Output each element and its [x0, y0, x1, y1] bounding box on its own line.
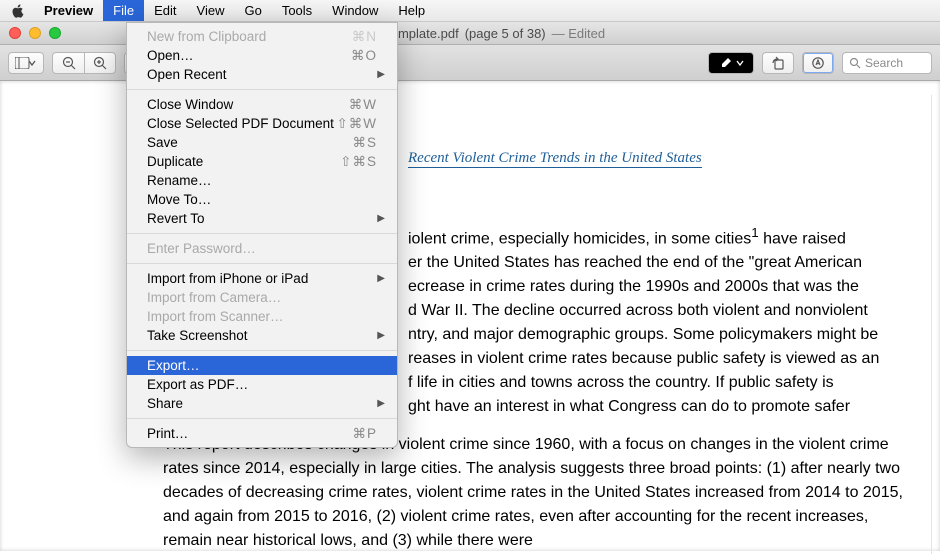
zoom-out-button[interactable]: [52, 52, 84, 74]
menu-new-from-clipboard: New from Clipboard⌘N: [127, 27, 397, 46]
menu-share[interactable]: Share▶: [127, 394, 397, 413]
search-icon: [849, 57, 861, 69]
menu-save[interactable]: Save⌘S: [127, 133, 397, 152]
document-heading: Recent Violent Crime Trends in the Unite…: [408, 150, 702, 168]
menu-revert-to[interactable]: Revert To▶: [127, 209, 397, 228]
menu-open[interactable]: Open…⌘O: [127, 46, 397, 65]
system-menubar: Preview File Edit View Go Tools Window H…: [0, 0, 940, 22]
menubar-app-name[interactable]: Preview: [34, 0, 103, 21]
menubar-item-view[interactable]: View: [187, 0, 235, 21]
menu-move-to[interactable]: Move To…: [127, 190, 397, 209]
window-close-button[interactable]: [9, 27, 21, 39]
markup-toolbar-button[interactable]: [802, 52, 834, 74]
menu-rename[interactable]: Rename…: [127, 171, 397, 190]
menubar-item-window[interactable]: Window: [322, 0, 388, 21]
menubar-item-edit[interactable]: Edit: [144, 0, 186, 21]
menu-close-selected-pdf[interactable]: Close Selected PDF Document⇧⌘W: [127, 114, 397, 133]
apple-logo-icon[interactable]: [10, 4, 24, 18]
window-title-edited: — Edited: [552, 26, 605, 41]
highlight-button[interactable]: [708, 52, 754, 74]
menu-open-recent[interactable]: Open Recent▶: [127, 65, 397, 84]
menu-import-scanner: Import from Scanner…: [127, 307, 397, 326]
menu-import-iphone[interactable]: Import from iPhone or iPad▶: [127, 269, 397, 288]
menu-take-screenshot[interactable]: Take Screenshot▶: [127, 326, 397, 345]
file-menu-dropdown: New from Clipboard⌘N Open…⌘O Open Recent…: [126, 22, 398, 448]
menu-import-camera: Import from Camera…: [127, 288, 397, 307]
menu-export[interactable]: Export…: [127, 356, 397, 375]
sidebar-toggle-button[interactable]: [8, 52, 44, 74]
menu-enter-password: Enter Password…: [127, 239, 397, 258]
menu-duplicate[interactable]: Duplicate⇧⌘S: [127, 152, 397, 171]
rotate-button[interactable]: [762, 52, 794, 74]
window-zoom-button[interactable]: [49, 27, 61, 39]
menu-export-pdf[interactable]: Export as PDF…: [127, 375, 397, 394]
search-placeholder: Search: [865, 56, 903, 70]
window-title-page-info: (page 5 of 38): [465, 26, 546, 41]
menubar-item-go[interactable]: Go: [234, 0, 271, 21]
menubar-item-help[interactable]: Help: [388, 0, 435, 21]
menubar-item-file[interactable]: File: [103, 0, 144, 21]
menu-close-window[interactable]: Close Window⌘W: [127, 95, 397, 114]
zoom-in-button[interactable]: [84, 52, 116, 74]
toolbar-search-input[interactable]: Search: [842, 52, 932, 74]
menubar-item-tools[interactable]: Tools: [272, 0, 322, 21]
window-minimize-button[interactable]: [29, 27, 41, 39]
menu-print[interactable]: Print…⌘P: [127, 424, 397, 443]
document-paragraph-2: This report describes changes in violent…: [163, 433, 913, 553]
